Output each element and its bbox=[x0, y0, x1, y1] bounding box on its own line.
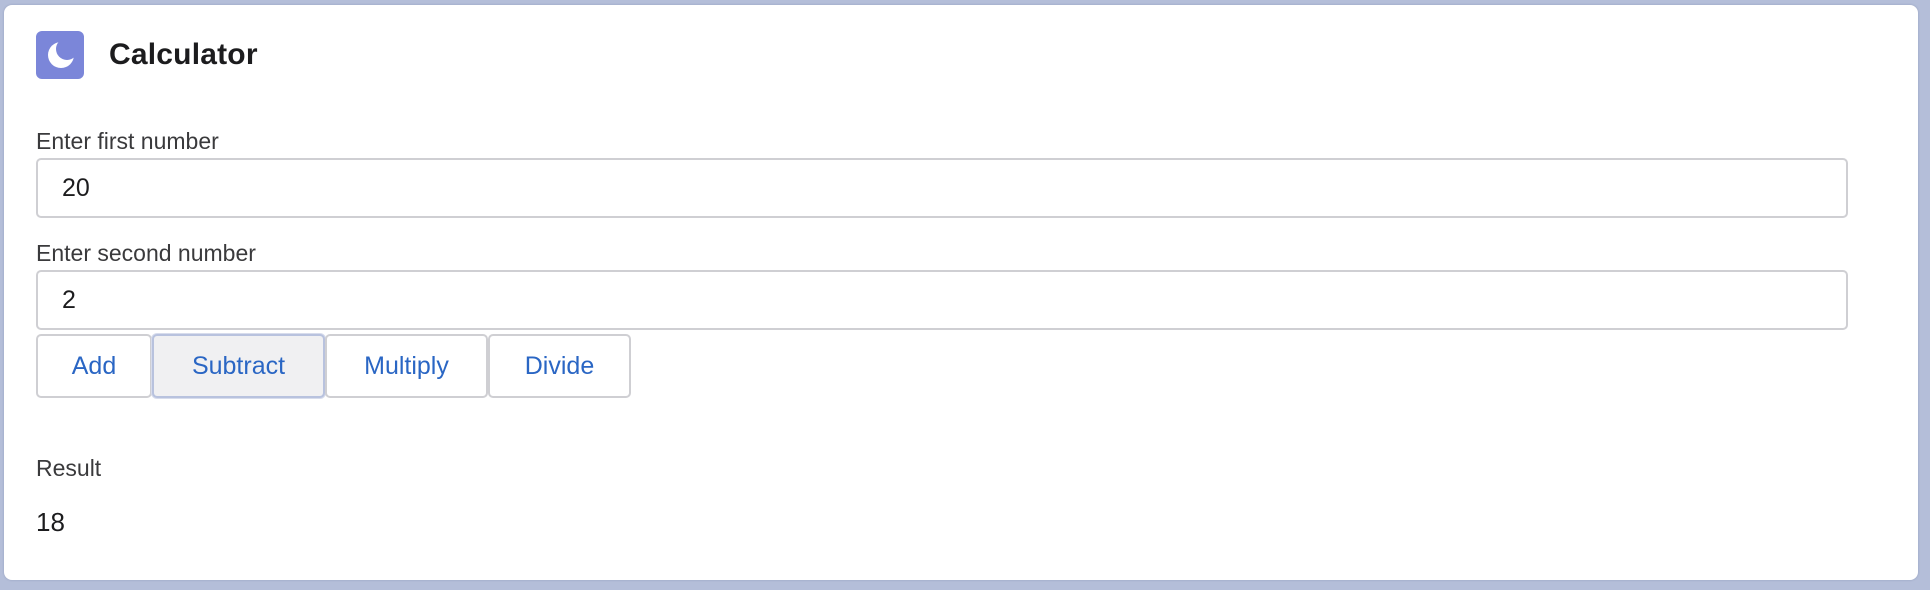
app-title: Calculator bbox=[109, 38, 258, 71]
first-number-input[interactable] bbox=[36, 158, 1848, 218]
second-number-input[interactable] bbox=[36, 270, 1848, 330]
result-value: 18 bbox=[36, 507, 65, 537]
second-number-label: Enter second number bbox=[36, 240, 256, 266]
operation-buttons: Add Subtract Multiply Divide bbox=[36, 334, 631, 398]
moon-icon bbox=[36, 31, 84, 79]
calculator-card: Calculator Enter first number Enter seco… bbox=[4, 5, 1918, 580]
first-number-label: Enter first number bbox=[36, 128, 219, 154]
add-button[interactable]: Add bbox=[36, 334, 152, 398]
subtract-button[interactable]: Subtract bbox=[152, 334, 325, 398]
result-label: Result bbox=[36, 455, 102, 481]
app-header: Calculator bbox=[36, 30, 258, 80]
divide-button[interactable]: Divide bbox=[488, 334, 631, 398]
multiply-button[interactable]: Multiply bbox=[325, 334, 488, 398]
